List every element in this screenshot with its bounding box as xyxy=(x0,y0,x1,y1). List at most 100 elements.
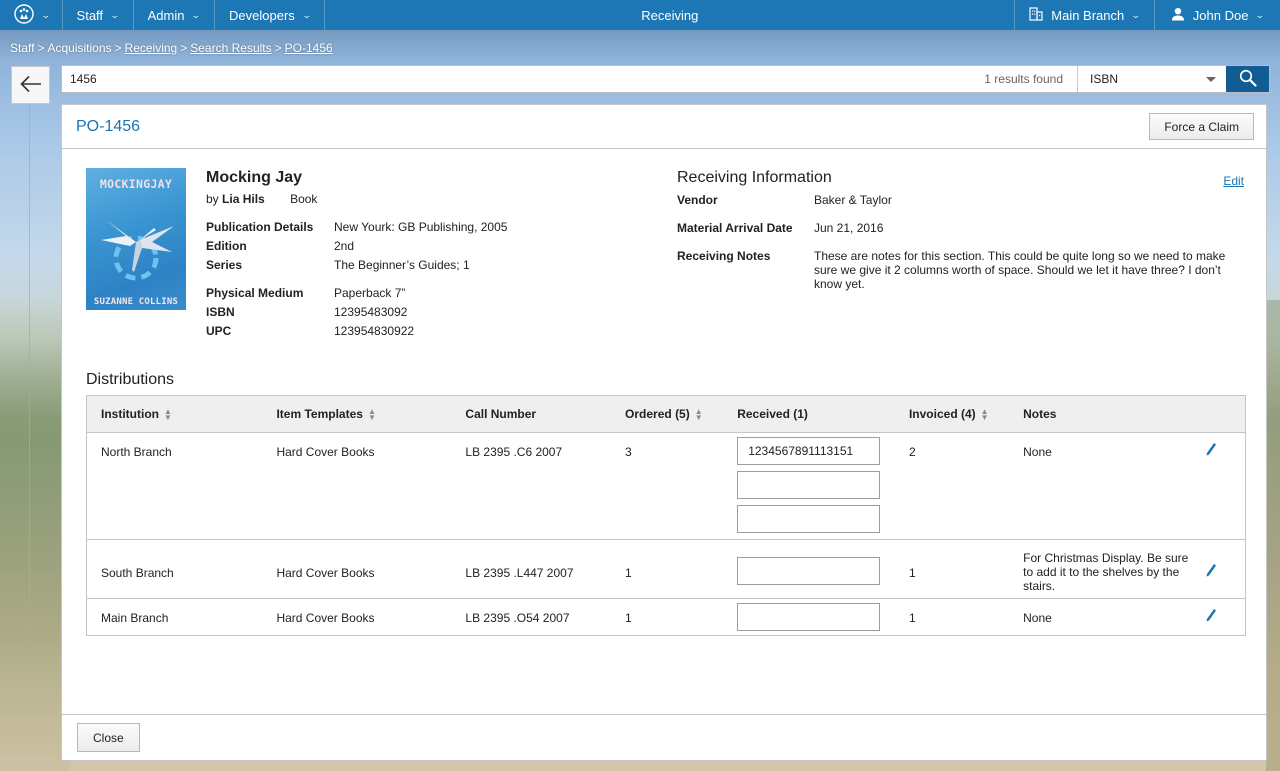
detail-label: UPC xyxy=(206,324,232,338)
column-call-number: Call Number xyxy=(465,395,626,433)
arrival-date-value: Jun 21, 2016 xyxy=(814,221,884,235)
column-label: Institution xyxy=(101,407,159,421)
received-barcode-input[interactable] xyxy=(737,603,881,631)
column-received: Received (1) xyxy=(737,395,909,433)
background-grass-right xyxy=(1266,300,1280,771)
background-grass xyxy=(0,300,70,771)
column-label: Received (1) xyxy=(737,407,808,421)
user-menu[interactable]: John Doe ⌄ xyxy=(1153,0,1280,30)
search-bar: 1 results found ISBN xyxy=(61,65,1270,93)
sort-icon: ▲ ▼ xyxy=(367,406,376,422)
search-type-select[interactable]: ISBN xyxy=(1077,66,1226,92)
close-button[interactable]: Close xyxy=(77,723,140,752)
detail-value: The Beginner’s Guides; 1 xyxy=(334,258,470,272)
column-item-templates[interactable]: Item Templates ▲ ▼ xyxy=(276,395,466,433)
chevron-down-icon: ⌄ xyxy=(1255,9,1266,20)
nav-menu-staff[interactable]: Staff ⌄ xyxy=(63,0,134,30)
cell-institution: South Branch xyxy=(101,566,174,580)
column-actions xyxy=(1205,395,1246,433)
chevron-down-icon: ⌄ xyxy=(1131,9,1141,20)
cell-item-template: Hard Cover Books xyxy=(276,445,375,459)
top-nav: ⌄ Staff ⌄ Admin ⌄ Developers ⌄ Receiving… xyxy=(0,0,1280,30)
chevron-down-icon: ⌄ xyxy=(301,9,312,20)
pencil-icon[interactable] xyxy=(1205,563,1217,580)
physical-details: Physical Medium Paperback 7” ISBN 123954… xyxy=(206,286,626,338)
breadcrumb-link-receiving[interactable]: Receiving xyxy=(125,41,178,55)
cell-institution: North Branch xyxy=(101,445,172,459)
branch-label: Main Branch xyxy=(1051,7,1125,23)
column-label: Invoiced (4) xyxy=(908,407,976,421)
cell-call-number: LB 2395 .O54 2007 xyxy=(465,611,570,625)
detail-label: Publication Details xyxy=(206,220,314,234)
column-notes: Notes xyxy=(1023,395,1206,433)
breadcrumb-separator: > xyxy=(114,41,122,55)
receiving-title: Receiving Information xyxy=(677,169,832,186)
nav-menu-label: Admin xyxy=(147,7,185,23)
back-button[interactable] xyxy=(11,66,50,104)
panel-header: PO-1456 Force a Claim xyxy=(62,105,1266,149)
results-count: 1 results found xyxy=(984,72,1063,86)
sort-icon: ▲ ▼ xyxy=(163,406,172,422)
breadcrumb-separator: > xyxy=(180,41,188,55)
search-button[interactable] xyxy=(1226,66,1269,92)
receiving-fields: Vendor Baker & Taylor Material Arrival D… xyxy=(677,193,1257,291)
nav-menu-admin[interactable]: Admin ⌄ xyxy=(134,0,216,30)
vendor-value: Baker & Taylor xyxy=(814,193,892,207)
received-barcode-input[interactable] xyxy=(737,471,881,499)
edit-receiving-link[interactable]: Edit xyxy=(1223,174,1244,188)
by-prefix: by xyxy=(206,192,219,206)
po-panel: PO-1456 Force a Claim MOCKINGJAY SUZANNE… xyxy=(61,104,1267,761)
received-barcode-input[interactable] xyxy=(737,505,881,533)
app-menu[interactable]: ⌄ xyxy=(0,0,63,30)
column-ordered[interactable]: Ordered (5) ▲ ▼ xyxy=(625,395,738,433)
cell-notes: None xyxy=(1023,445,1052,459)
breadcrumb-item-staff: Staff xyxy=(10,41,35,55)
column-label: Ordered (5) xyxy=(625,407,690,421)
breadcrumb: Staff > Acquisitions > Receiving > Search Resu… xyxy=(10,41,333,55)
cell-invoiced: 1 xyxy=(908,611,916,625)
column-label: Notes xyxy=(1023,407,1057,421)
nav-menu-label: Developers xyxy=(229,7,295,23)
field-label: Material Arrival Date xyxy=(677,221,793,235)
column-invoiced[interactable]: Invoiced (4) ▲ ▼ xyxy=(908,395,1024,433)
cover-author: SUZANNE COLLINS xyxy=(93,297,179,307)
cell-ordered: 3 xyxy=(625,445,632,459)
nav-menu-label: Staff xyxy=(76,7,104,23)
received-barcode-input[interactable] xyxy=(737,437,881,465)
branch-selector[interactable]: Main Branch ⌄ xyxy=(1014,0,1154,30)
cell-call-number: LB 2395 .L447 2007 xyxy=(465,566,574,580)
breadcrumb-link-search-results[interactable]: Search Results xyxy=(190,41,271,55)
column-label: Item Templates xyxy=(276,407,363,421)
building-icon xyxy=(1029,6,1043,24)
detail-label: Series xyxy=(206,258,243,272)
cell-notes: For Christmas Display. Be sure to add it… xyxy=(1023,551,1189,593)
background-divider xyxy=(29,100,30,660)
search-type-value: ISBN xyxy=(1090,72,1119,86)
search-input[interactable] xyxy=(62,66,985,92)
pencil-icon[interactable] xyxy=(1205,442,1217,459)
breadcrumb-link-po[interactable]: PO-1456 xyxy=(285,41,333,55)
book-format: Book xyxy=(290,192,318,206)
chevron-down-icon: ⌄ xyxy=(40,9,51,20)
detail-value: 123954830922 xyxy=(334,324,415,338)
field-label: Vendor xyxy=(677,193,718,207)
nav-menu-developers[interactable]: Developers ⌄ xyxy=(215,0,326,30)
cell-item-template: Hard Cover Books xyxy=(276,566,375,580)
search-icon xyxy=(1239,69,1257,90)
received-barcode-input[interactable] xyxy=(737,557,881,585)
chevron-down-icon: ⌄ xyxy=(109,9,120,20)
column-institution[interactable]: Institution ▲ ▼ xyxy=(86,395,277,433)
field-label: Receiving Notes xyxy=(677,249,771,263)
detail-value: New Yourk: GB Publishing, 2005 xyxy=(334,220,508,234)
breadcrumb-item-acquisitions: Acquisitions xyxy=(47,41,112,55)
sort-icon: ▲ ▼ xyxy=(980,406,989,422)
receiving-notes-value: These are notes for this section. This c… xyxy=(814,249,1226,291)
pencil-icon[interactable] xyxy=(1205,608,1217,625)
book-title: Mocking Jay xyxy=(206,169,303,186)
page-title: Receiving xyxy=(641,7,699,23)
book-info: Mocking Jay by Lia Hils Book Publication… xyxy=(206,169,626,338)
breadcrumb-separator: > xyxy=(274,41,282,55)
force-claim-button[interactable]: Force a Claim xyxy=(1149,113,1254,140)
detail-label: Edition xyxy=(206,239,247,253)
receiving-information: Receiving Information Edit Vendor Baker … xyxy=(677,169,1257,291)
